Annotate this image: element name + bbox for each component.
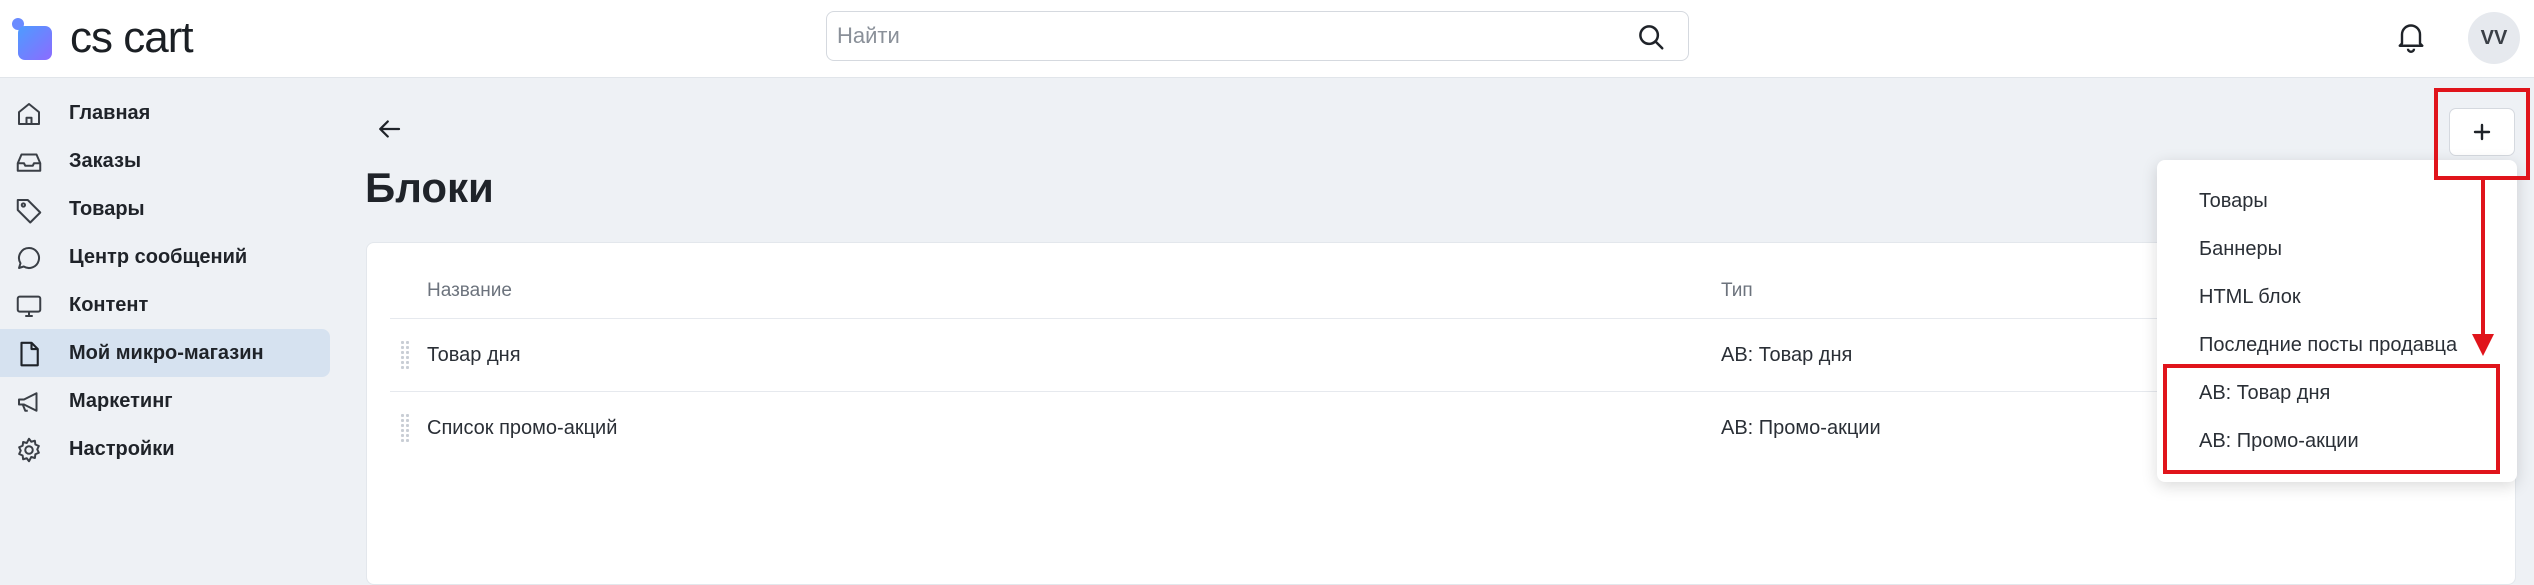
sidebar-item-label: Настройки	[69, 437, 175, 460]
sidebar-item-home[interactable]: Главная	[0, 89, 330, 137]
logo-icon	[12, 16, 56, 60]
search-input[interactable]	[837, 12, 1617, 60]
annotation-highlight-add-button	[2434, 88, 2530, 180]
column-header-type[interactable]: Тип	[1721, 280, 1753, 302]
sidebar-item-products[interactable]: Товары	[0, 185, 330, 233]
sidebar-item-my-micro-store[interactable]: Мой микро-магазин	[0, 329, 330, 377]
table-row-name[interactable]: Товар дня	[427, 344, 521, 367]
table-divider	[390, 318, 2190, 319]
sidebar-item-label: Контент	[69, 293, 149, 316]
menu-item-products[interactable]: Товары	[2199, 190, 2268, 213]
annotation-arrowhead-icon	[2472, 334, 2494, 356]
sidebar-item-settings[interactable]: Настройки	[0, 425, 330, 473]
chat-icon	[18, 247, 40, 269]
column-header-name[interactable]: Название	[427, 280, 512, 302]
sidebar-item-content[interactable]: Контент	[0, 281, 330, 329]
logo-text: cs cart	[70, 13, 194, 62]
drag-handle-icon[interactable]	[400, 413, 410, 443]
drag-handle-icon[interactable]	[400, 340, 410, 370]
home-icon	[18, 103, 40, 125]
logo[interactable]: cs cart	[12, 13, 194, 62]
sidebar-item-orders[interactable]: Заказы	[0, 137, 330, 185]
tag-icon	[16, 199, 42, 224]
avatar[interactable]: VV	[2468, 12, 2520, 64]
table-divider	[390, 391, 2190, 392]
megaphone-icon	[18, 392, 38, 412]
table-row-name[interactable]: Список промо-акций	[427, 417, 617, 440]
table-row-type: AB: Товар дня	[1721, 344, 1853, 366]
annotation-arrow-line	[2481, 180, 2485, 340]
sidebar-item-label: Мой микро-магазин	[69, 341, 264, 364]
sidebar-item-message-center[interactable]: Центр сообщений	[0, 233, 330, 281]
monitor-icon	[16, 295, 42, 317]
menu-item-banners[interactable]: Баннеры	[2199, 238, 2282, 261]
gear-icon	[18, 437, 40, 463]
menu-item-html-block[interactable]: HTML блок	[2199, 286, 2301, 309]
annotation-highlight-ab-items	[2163, 364, 2500, 474]
page-title: Блоки	[365, 164, 494, 211]
sidebar-item-label: Маркетинг	[69, 389, 173, 412]
file-icon	[20, 341, 39, 367]
sidebar-item-label: Заказы	[69, 149, 142, 172]
sidebar-item-label: Товары	[69, 197, 145, 220]
table-row-type: AB: Промо-акции	[1721, 417, 1881, 439]
search-icon[interactable]	[1636, 22, 1666, 52]
menu-item-vendor-posts[interactable]: Последние посты продавца	[2199, 334, 2457, 357]
search-box[interactable]	[826, 11, 1689, 61]
sidebar-item-label: Центр сообщений	[69, 245, 248, 268]
sidebar-item-label: Главная	[69, 101, 151, 124]
inbox-icon	[16, 153, 42, 172]
top-header: cs cart VV	[0, 0, 2534, 78]
back-arrow-icon[interactable]	[374, 114, 404, 144]
notifications-bell-icon[interactable]	[2393, 18, 2429, 54]
sidebar-item-marketing[interactable]: Маркетинг	[0, 377, 330, 425]
